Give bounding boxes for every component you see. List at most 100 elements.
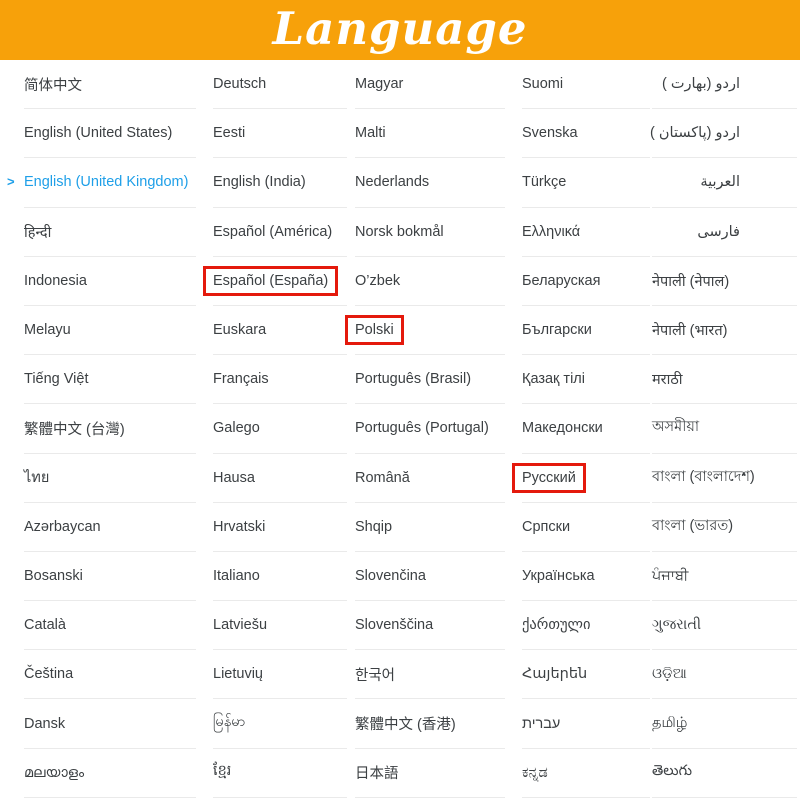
- language-label: اردو (پاکستان ): [650, 125, 740, 141]
- language-item[interactable]: Italiano: [213, 552, 347, 601]
- language-item[interactable]: Қазақ тілі: [522, 355, 650, 404]
- language-item[interactable]: Shqip: [355, 503, 505, 552]
- language-item[interactable]: Македонски: [522, 404, 650, 453]
- language-item[interactable]: Melayu: [24, 306, 196, 355]
- language-item[interactable]: Suomi: [522, 60, 650, 109]
- language-item[interactable]: Azərbaycan: [24, 503, 196, 552]
- language-label: தமிழ்: [652, 715, 687, 733]
- language-item[interactable]: తెలుగు: [652, 749, 797, 798]
- language-item[interactable]: اردو (بهارت ): [652, 60, 797, 109]
- selected-chevron-icon: >: [7, 175, 15, 190]
- language-label: Euskara: [213, 322, 266, 338]
- language-item[interactable]: Nederlands: [355, 158, 505, 207]
- language-item[interactable]: Slovenčina: [355, 552, 505, 601]
- language-item[interactable]: Deutsch: [213, 60, 347, 109]
- language-label: मराठी: [652, 369, 683, 389]
- language-item[interactable]: Eesti: [213, 109, 347, 158]
- language-item[interactable]: 繁體中文 (台灣): [24, 404, 196, 453]
- language-item[interactable]: ଓଡ଼ିଆ: [652, 650, 797, 699]
- language-item[interactable]: Español (América): [213, 208, 347, 257]
- language-item[interactable]: Bosanski: [24, 552, 196, 601]
- language-item[interactable]: Türkçe: [522, 158, 650, 207]
- language-item[interactable]: Magyar: [355, 60, 505, 109]
- language-item[interactable]: Dansk: [24, 699, 196, 748]
- language-item[interactable]: Français: [213, 355, 347, 404]
- language-item[interactable]: Беларуская: [522, 257, 650, 306]
- language-item[interactable]: العربية: [652, 158, 797, 207]
- language-label: Slovenčina: [355, 568, 426, 584]
- language-label: Қазақ тілі: [522, 371, 585, 387]
- language-item[interactable]: Svenska: [522, 109, 650, 158]
- language-label: ไทย: [24, 466, 49, 489]
- language-item[interactable]: മലയാളം: [24, 749, 196, 798]
- language-item[interactable]: Català: [24, 601, 196, 650]
- language-item[interactable]: فارسی: [652, 208, 797, 257]
- language-item[interactable]: ខ្មែរ: [213, 749, 347, 798]
- language-item[interactable]: Português (Portugal): [355, 404, 505, 453]
- language-item[interactable]: नेपाली (भारत): [652, 306, 797, 355]
- language-label-highlighted: Polski: [345, 315, 404, 345]
- language-item[interactable]: हिन्दी: [24, 208, 196, 257]
- language-item[interactable]: 繁體中文 (香港): [355, 699, 505, 748]
- language-item[interactable]: ગુજરાતી: [652, 601, 797, 650]
- language-label: Shqip: [355, 519, 392, 535]
- language-item[interactable]: Galego: [213, 404, 347, 453]
- language-item[interactable]: ไทย: [24, 454, 196, 503]
- language-item[interactable]: עברית: [522, 699, 650, 748]
- language-item[interactable]: Русский: [522, 454, 650, 503]
- language-item[interactable]: Čeština: [24, 650, 196, 699]
- language-item[interactable]: Română: [355, 454, 505, 503]
- language-item[interactable]: অসমীয়া: [652, 404, 797, 453]
- language-item[interactable]: मराठी: [652, 355, 797, 404]
- language-item[interactable]: தமிழ்: [652, 699, 797, 748]
- language-item[interactable]: English (United States): [24, 109, 196, 158]
- language-column-2: DeutschEestiEnglish (India)Español (Amér…: [213, 60, 347, 798]
- language-label: O’zbek: [355, 273, 400, 289]
- language-item[interactable]: Latviešu: [213, 601, 347, 650]
- language-label: Galego: [213, 420, 260, 436]
- language-item[interactable]: বাংলা (বাংলাদেশ): [652, 454, 797, 503]
- language-item[interactable]: Indonesia: [24, 257, 196, 306]
- language-item[interactable]: 한국어: [355, 650, 505, 699]
- language-item[interactable]: ਪੰਜਾਬੀ: [652, 552, 797, 601]
- language-item[interactable]: Euskara: [213, 306, 347, 355]
- language-item[interactable]: Português (Brasil): [355, 355, 505, 404]
- language-label: ଓଡ଼ିଆ: [652, 666, 687, 682]
- language-label: Svenska: [522, 125, 578, 141]
- language-settings-page: Language 简体中文English (United States)>Eng…: [0, 0, 800, 800]
- language-item[interactable]: اردو (پاکستان ): [652, 109, 797, 158]
- language-item[interactable]: Tiếng Việt: [24, 355, 196, 404]
- language-item[interactable]: Български: [522, 306, 650, 355]
- language-label: Українська: [522, 568, 595, 584]
- language-label: မြန်မာ: [213, 713, 245, 734]
- language-column-5: اردو (بهارت ) اردو (پاکستان ) العربيةفارسی…: [652, 60, 797, 798]
- language-item[interactable]: မြန်မာ: [213, 699, 347, 748]
- language-item[interactable]: O’zbek: [355, 257, 505, 306]
- language-item[interactable]: Lietuvių: [213, 650, 347, 699]
- language-label: Suomi: [522, 76, 563, 92]
- language-item[interactable]: Slovenščina: [355, 601, 505, 650]
- language-item[interactable]: Español (España): [213, 257, 347, 306]
- language-item[interactable]: 简体中文: [24, 60, 196, 109]
- language-item[interactable]: Malti: [355, 109, 505, 158]
- language-label: Magyar: [355, 76, 403, 92]
- language-label: Italiano: [213, 568, 260, 584]
- language-item[interactable]: Hausa: [213, 454, 347, 503]
- language-item[interactable]: Polski: [355, 306, 505, 355]
- language-item[interactable]: >English (United Kingdom): [24, 158, 196, 207]
- language-item[interactable]: Ελληνικά: [522, 208, 650, 257]
- language-item[interactable]: ಕನ್ನಡ: [522, 749, 650, 798]
- language-item[interactable]: 日本語: [355, 749, 505, 798]
- language-item[interactable]: Українська: [522, 552, 650, 601]
- language-item[interactable]: Hrvatski: [213, 503, 347, 552]
- language-label: Čeština: [24, 666, 73, 682]
- language-label: Lietuvių: [213, 666, 263, 682]
- language-item[interactable]: বাংলা (ভারত): [652, 503, 797, 552]
- language-item[interactable]: Հայերեն: [522, 650, 650, 699]
- language-item[interactable]: ქართული: [522, 601, 650, 650]
- language-item[interactable]: Norsk bokmål: [355, 208, 505, 257]
- language-item[interactable]: English (India): [213, 158, 347, 207]
- language-label: Norsk bokmål: [355, 224, 444, 240]
- language-item[interactable]: नेपाली (नेपाल): [652, 257, 797, 306]
- language-item[interactable]: Српски: [522, 503, 650, 552]
